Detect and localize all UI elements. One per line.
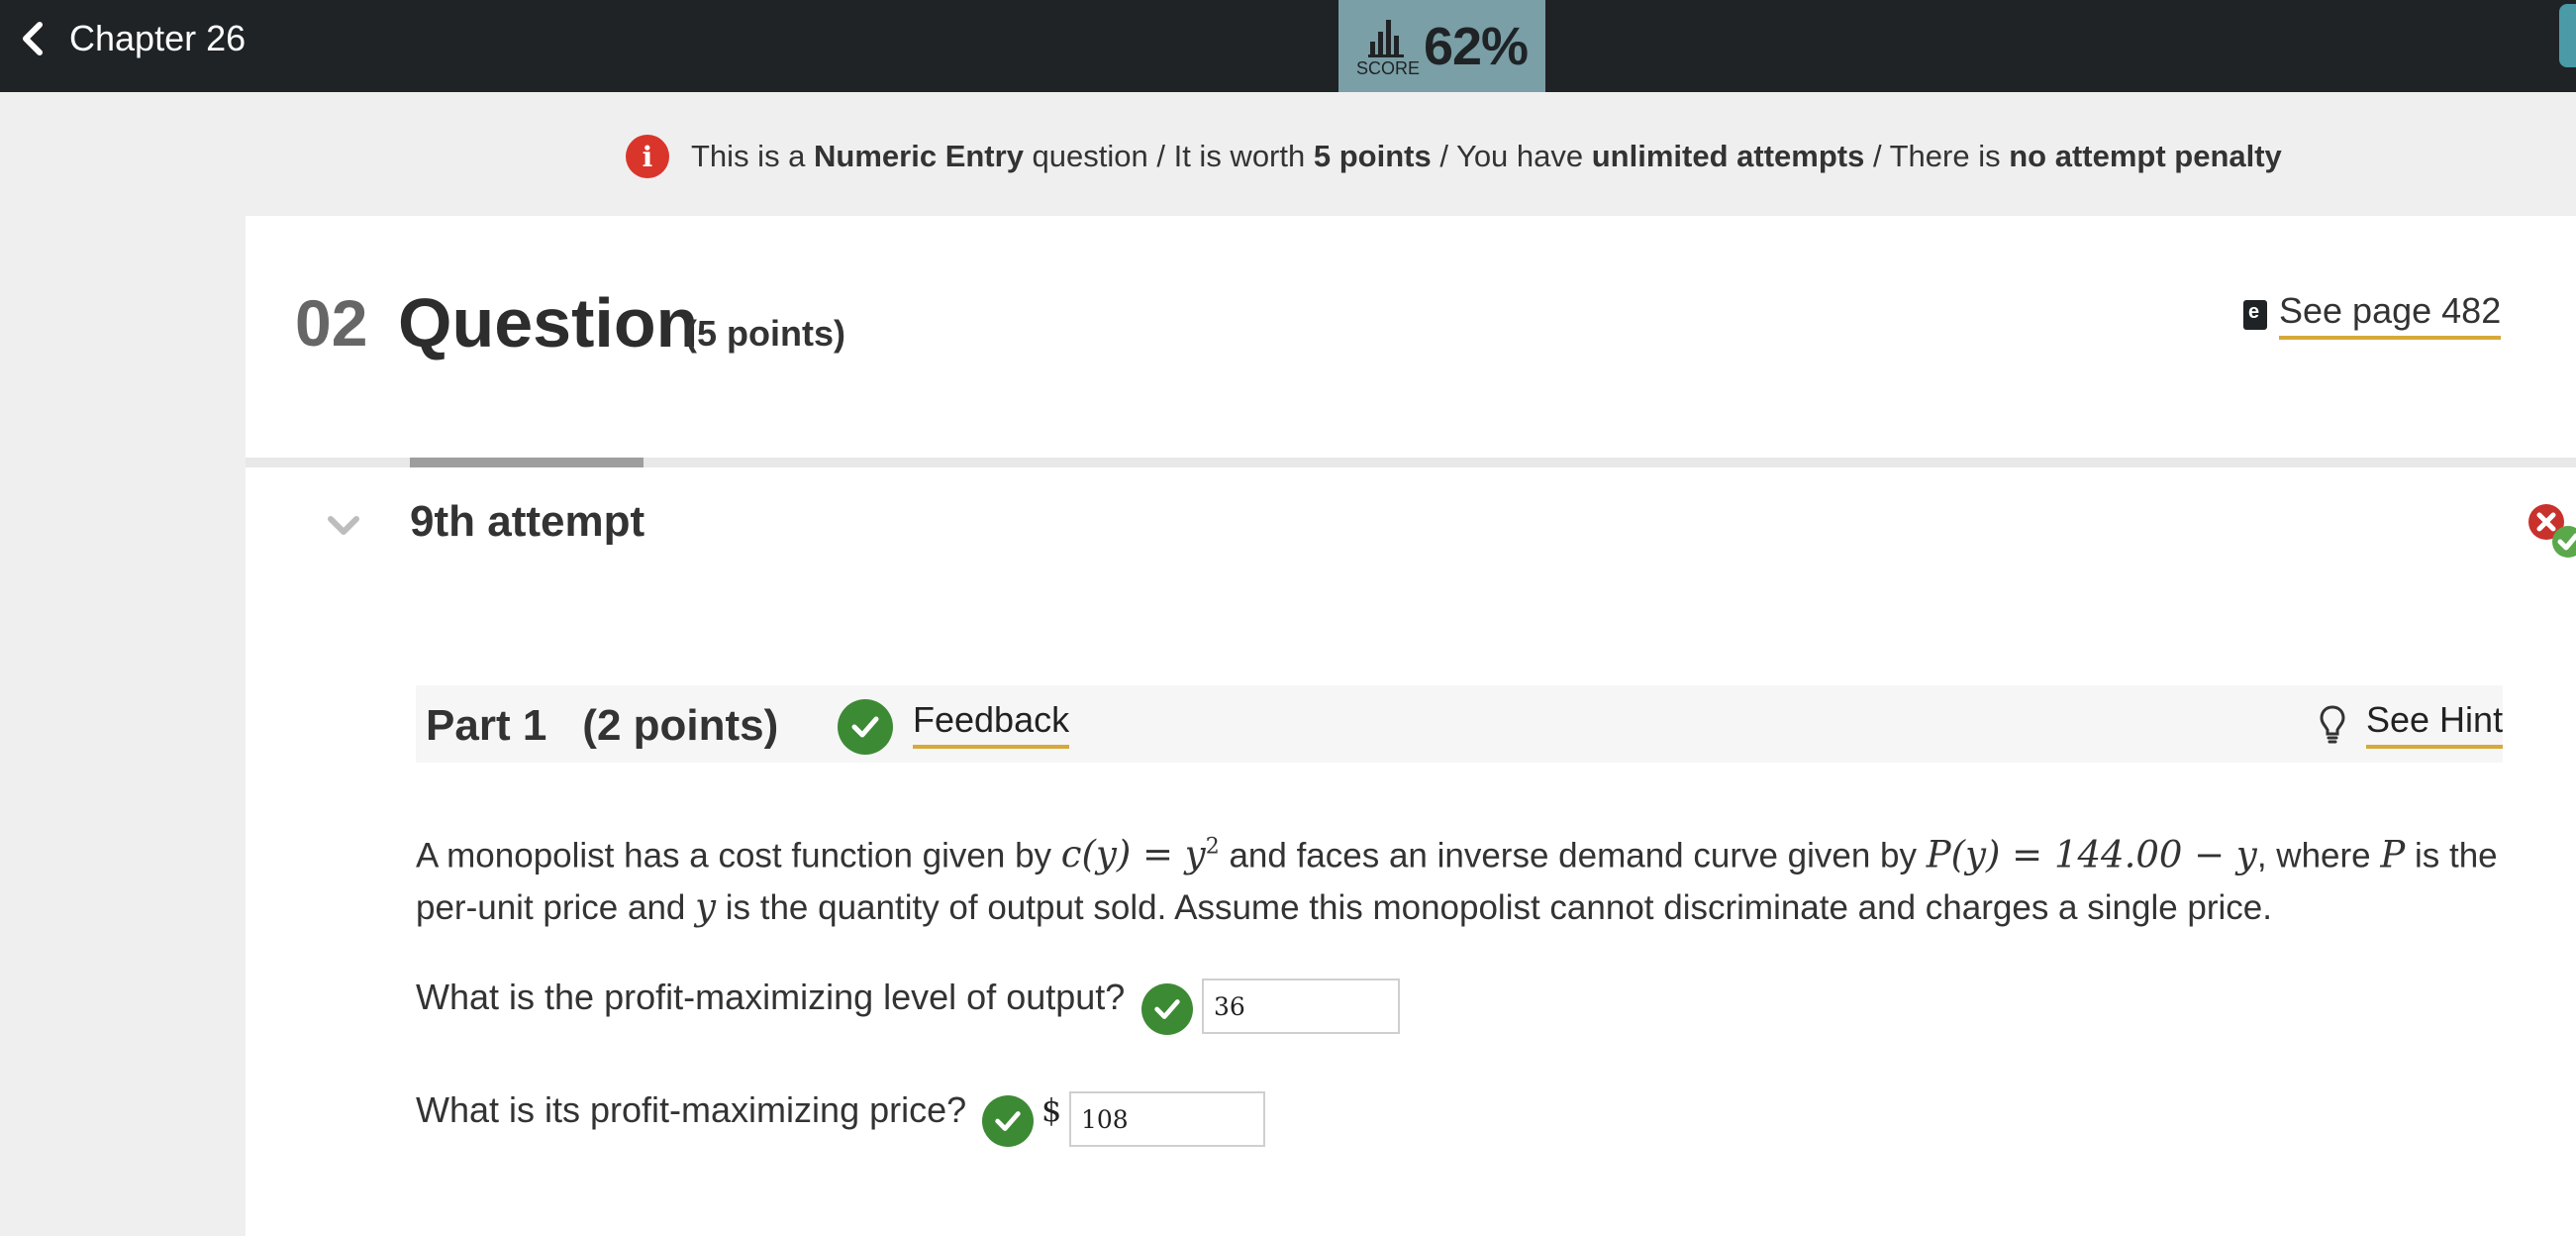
price-var: P	[2380, 833, 2406, 876]
active-attempt-tab-indicator[interactable]	[410, 458, 644, 467]
cost-exponent: 2	[1205, 835, 1220, 860]
price-answer-input[interactable]	[1069, 1091, 1265, 1147]
currency-symbol: $	[1041, 1091, 1062, 1129]
lightbulb-icon	[2320, 705, 2345, 744]
see-hint-link[interactable]: See Hint	[2319, 699, 2504, 749]
price-question-text: What is its profit-maximizing price?	[416, 1089, 967, 1130]
back-label: Chapter 26	[69, 18, 247, 58]
back-to-chapter-link[interactable]: Chapter 26	[18, 14, 246, 63]
demand-function-math: P(y) = 144.00 − y	[1927, 833, 2257, 876]
question-title: Question	[398, 284, 699, 361]
ebook-icon	[2243, 300, 2267, 330]
banner-attempts: unlimited attempts	[1591, 139, 1865, 173]
problem-statement: A monopolist has a cost function given b…	[416, 822, 2505, 934]
see-hint-label: See Hint	[2366, 699, 2504, 749]
score-badge[interactable]: SCORE 62%	[1338, 0, 1545, 92]
price-correct-check-icon	[982, 1095, 1034, 1147]
part-title: Part 1 (2 points)	[426, 701, 778, 751]
side-panel-tab[interactable]	[2559, 4, 2576, 67]
price-variable: P	[2380, 833, 2405, 876]
demand-function: P(y) = 144.00 − y	[1926, 833, 2257, 876]
quantity-variable: y	[695, 885, 716, 928]
question-info-banner: i This is a Numeric Entry question / It …	[626, 133, 2282, 180]
problem-text-1: A monopolist has a cost function given b…	[416, 836, 1061, 876]
score-chart-icon: SCORE	[1355, 12, 1420, 81]
part-correct-check-icon	[838, 699, 893, 755]
see-page-label: See page 482	[2279, 290, 2502, 340]
part-label: Part 1	[426, 701, 547, 750]
output-answer-input[interactable]	[1202, 978, 1400, 1034]
banner-penalty: no attempt penalty	[2009, 139, 2282, 173]
problem-text-2: and faces an inverse demand curve given …	[1219, 836, 1927, 876]
feedback-link[interactable]: Feedback	[913, 699, 1070, 749]
chevron-left-icon	[23, 22, 43, 55]
quantity-var: y	[695, 885, 717, 929]
problem-text-5: is the quantity of output sold. Assume t…	[716, 888, 2272, 928]
banner-question-type: Numeric Entry	[814, 139, 1024, 173]
chevron-down-icon[interactable]	[327, 513, 360, 539]
question-points: (5 points)	[685, 313, 845, 354]
info-icon: i	[626, 135, 669, 178]
problem-text-3: , where	[2256, 836, 2381, 876]
score-value: 62%	[1423, 16, 1529, 76]
banner-text-4: / There is	[1864, 139, 2010, 173]
score-label: SCORE	[1355, 57, 1420, 78]
top-bar	[0, 0, 2576, 92]
attempt-label: 9th attempt	[410, 497, 645, 546]
part-points: (2 points)	[582, 701, 779, 750]
question-number: 02	[295, 286, 368, 360]
see-page-link[interactable]: See page 482	[2243, 289, 2502, 341]
attempt-status-icon	[2528, 504, 2576, 558]
banner-text-2: question / It is worth	[1023, 139, 1314, 173]
banner-text-3: / You have	[1431, 139, 1592, 173]
output-correct-check-icon	[1141, 983, 1193, 1035]
banner-points: 5 points	[1313, 139, 1432, 173]
cost-function: c(y) = y	[1060, 833, 1206, 876]
banner-text-1: This is a	[691, 139, 815, 173]
cost-function-math: c(y) = y2	[1061, 833, 1220, 876]
output-question-text: What is the profit-maximizing level of o…	[416, 977, 1126, 1017]
